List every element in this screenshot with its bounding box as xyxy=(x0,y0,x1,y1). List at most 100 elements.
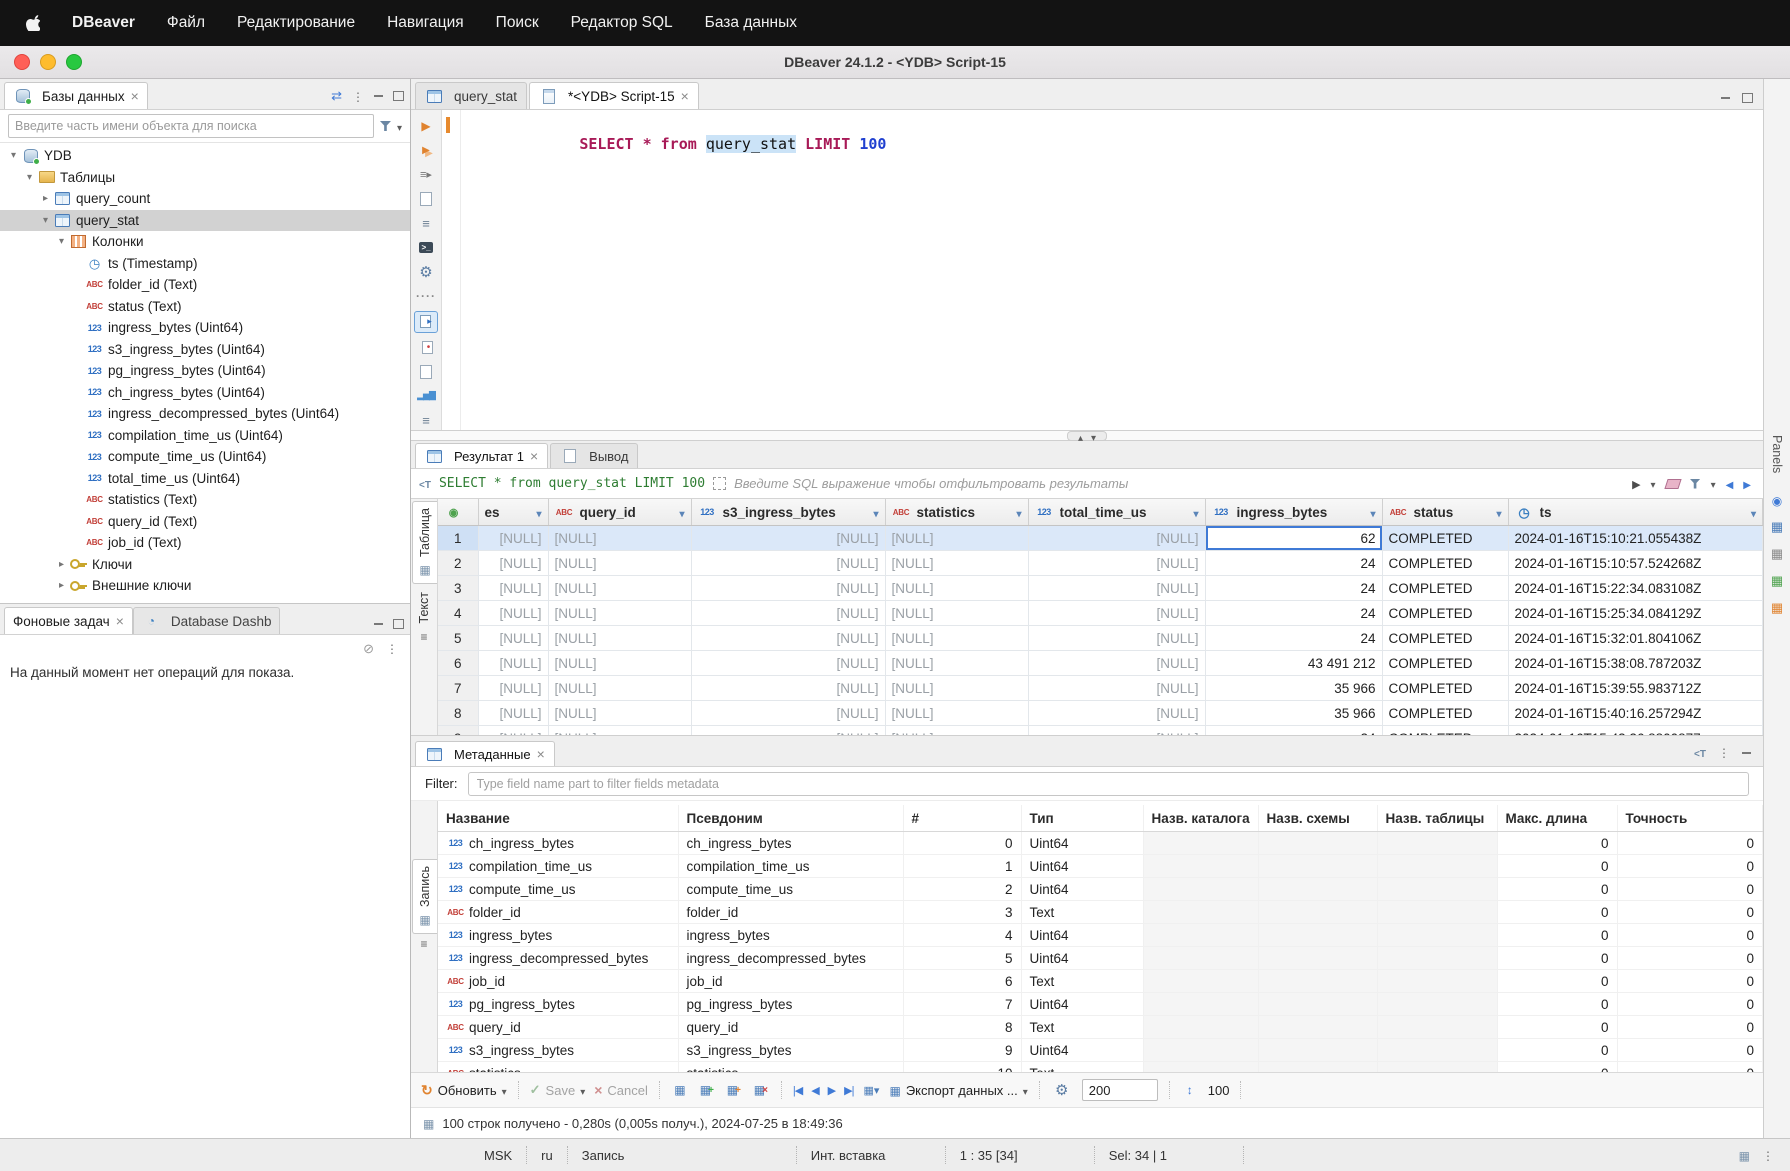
tree-item[interactable]: query_count xyxy=(0,188,410,210)
max-length-cell[interactable]: 0 xyxy=(1497,878,1617,901)
filter-query-text[interactable]: SELECT * from query_stat LIMIT 100 xyxy=(439,476,705,491)
execute-statement-icon[interactable] xyxy=(415,116,437,135)
expander-icon[interactable] xyxy=(38,193,53,204)
column-header[interactable]: Назв. каталога xyxy=(1143,805,1258,832)
grid-cell[interactable]: 2024-01-16T15:38:08.787203Z xyxy=(1508,651,1763,676)
column-filter-dropdown-icon[interactable] xyxy=(1496,505,1501,520)
schema-name-cell[interactable] xyxy=(1258,1039,1377,1062)
minimize-panel-icon[interactable] xyxy=(1742,752,1751,754)
outline-icon[interactable] xyxy=(415,411,437,430)
tree-item[interactable]: pg_ingress_bytes (Uint64) xyxy=(0,360,410,382)
first-row-button[interactable]: |◀ xyxy=(793,1084,802,1097)
presentation-tab-record[interactable]: Запись xyxy=(412,859,437,934)
grid-cell[interactable]: [NULL] xyxy=(885,701,1028,726)
grid-cell[interactable]: 2024-01-16T15:25:34.084129Z xyxy=(1508,601,1763,626)
max-length-cell[interactable]: 0 xyxy=(1497,947,1617,970)
results-grid-scroll[interactable]: es query_id xyxy=(438,499,1763,735)
chevron-down-icon[interactable] xyxy=(1023,1083,1028,1098)
grid-cell[interactable]: [NULL] xyxy=(885,551,1028,576)
link-with-editor-icon[interactable] xyxy=(331,88,342,104)
schema-name-cell[interactable] xyxy=(1258,1062,1377,1073)
chevron-down-icon[interactable] xyxy=(580,1083,585,1098)
precision-cell[interactable]: 0 xyxy=(1617,832,1763,855)
column-header[interactable]: statistics xyxy=(885,499,1028,526)
precision-cell[interactable]: 0 xyxy=(1617,1062,1763,1073)
grid-cell[interactable]: [NULL] xyxy=(885,676,1028,701)
chevron-down-icon[interactable] xyxy=(397,119,402,134)
filter-back-icon[interactable] xyxy=(1726,476,1734,491)
table-row[interactable]: 3 [NULL] [NULL] [NULL] [NULL] [NULL] 24 … xyxy=(438,576,1763,601)
export-from-query-icon[interactable] xyxy=(414,311,438,332)
grid-cell[interactable]: 35 966 xyxy=(1205,701,1382,726)
expander-icon[interactable] xyxy=(54,236,69,247)
row-limit-icon[interactable] xyxy=(1181,1082,1199,1098)
grid-cell[interactable]: COMPLETED xyxy=(1382,551,1508,576)
grid-cell[interactable]: [NULL] xyxy=(478,676,548,701)
cancel-button[interactable]: Cancel xyxy=(594,1082,648,1098)
grid-cell[interactable]: [NULL] xyxy=(1028,701,1205,726)
tree-item[interactable]: ch_ingress_bytes (Uint64) xyxy=(0,382,410,404)
column-header[interactable]: es xyxy=(478,499,548,526)
tree-item[interactable]: statistics (Text) xyxy=(0,489,410,511)
grid-cell[interactable]: [NULL] xyxy=(691,676,885,701)
field-name-cell[interactable]: compute_time_us xyxy=(438,878,678,901)
view-menu-icon[interactable] xyxy=(386,641,398,657)
table-row[interactable]: 8 [NULL] [NULL] [NULL] [NULL] [NULL] 35 … xyxy=(438,701,1763,726)
field-name-cell[interactable]: job_id xyxy=(438,970,678,993)
grid-cell[interactable]: [NULL] xyxy=(1028,626,1205,651)
table-row[interactable]: 5 [NULL] [NULL] [NULL] [NULL] [NULL] 24 … xyxy=(438,626,1763,651)
field-type-cell[interactable]: Text xyxy=(1021,1016,1143,1039)
metadata-row[interactable]: ch_ingress_bytes ch_ingress_bytes 0 Uint… xyxy=(438,832,1763,855)
field-type-cell[interactable]: Text xyxy=(1021,1062,1143,1073)
sql-statement[interactable]: SELECT * from query_stat LIMIT 100 xyxy=(471,117,1763,171)
field-alias-cell[interactable]: compute_time_us xyxy=(678,878,903,901)
field-number-cell[interactable]: 2 xyxy=(903,878,1021,901)
field-alias-cell[interactable]: ingress_decompressed_bytes xyxy=(678,947,903,970)
grid-cell[interactable]: [NULL] xyxy=(885,626,1028,651)
settings-gear-icon[interactable] xyxy=(415,262,437,281)
table-name-cell[interactable] xyxy=(1377,993,1497,1016)
tab-databases[interactable]: Базы данных xyxy=(4,82,148,109)
tree-item[interactable]: folder_id (Text) xyxy=(0,274,410,296)
metadata-panel-icon[interactable] xyxy=(1771,600,1783,616)
apply-filter-icon[interactable] xyxy=(1632,476,1640,491)
pin-panel-icon[interactable] xyxy=(420,936,427,951)
script-log-icon[interactable] xyxy=(415,338,437,357)
grid-corner-cell[interactable] xyxy=(438,499,478,526)
tab-metadata[interactable]: Метаданные xyxy=(415,741,555,766)
grid-cell[interactable]: [NULL] xyxy=(1028,551,1205,576)
table-name-cell[interactable] xyxy=(1377,947,1497,970)
field-number-cell[interactable]: 7 xyxy=(903,993,1021,1016)
field-type-cell[interactable]: Uint64 xyxy=(1021,832,1143,855)
catalog-name-cell[interactable] xyxy=(1143,947,1258,970)
insert-mode-indicator[interactable]: Инт. вставка xyxy=(797,1146,946,1164)
grid-cell[interactable]: [NULL] xyxy=(548,651,691,676)
selection-indicator[interactable]: Sel: 34 | 1 xyxy=(1095,1146,1244,1164)
field-type-cell[interactable]: Text xyxy=(1021,901,1143,924)
close-icon[interactable] xyxy=(131,89,139,104)
field-number-cell[interactable]: 4 xyxy=(903,924,1021,947)
field-alias-cell[interactable]: statistics xyxy=(678,1062,903,1073)
next-row-button[interactable]: ▶ xyxy=(828,1084,835,1097)
field-name-cell[interactable]: ingress_bytes xyxy=(438,924,678,947)
column-filter-dropdown-icon[interactable] xyxy=(873,505,878,520)
tree-item[interactable]: job_id (Text) xyxy=(0,532,410,554)
metadata-row[interactable]: ingress_decompressed_bytes ingress_decom… xyxy=(438,947,1763,970)
grid-cell[interactable]: 2024-01-16T15:39:55.983712Z xyxy=(1508,676,1763,701)
grid-cell[interactable]: 24 xyxy=(1205,726,1382,736)
grid-cell[interactable]: 2024-01-16T15:10:21.055438Z xyxy=(1508,526,1763,551)
grid-cell[interactable]: [NULL] xyxy=(1028,726,1205,736)
tab-background-tasks[interactable]: Фоновые задач xyxy=(4,607,133,634)
menu-item[interactable]: Редактор SQL xyxy=(571,14,673,32)
tree-item[interactable]: YDB xyxy=(0,145,410,167)
aggregate-panel-icon[interactable] xyxy=(1771,573,1783,589)
overflow-dots-icon[interactable] xyxy=(415,287,437,306)
execute-script-icon[interactable] xyxy=(415,165,437,184)
field-type-cell[interactable]: Uint64 xyxy=(1021,924,1143,947)
sql-editor[interactable]: SELECT * from query_stat LIMIT 100 xyxy=(461,110,1763,430)
duplicate-row-icon[interactable] xyxy=(725,1082,743,1098)
tree-item[interactable]: s3_ingress_bytes (Uint64) xyxy=(0,339,410,361)
field-type-cell[interactable]: Uint64 xyxy=(1021,878,1143,901)
grid-cell[interactable]: 24 xyxy=(1205,601,1382,626)
schema-name-cell[interactable] xyxy=(1258,993,1377,1016)
